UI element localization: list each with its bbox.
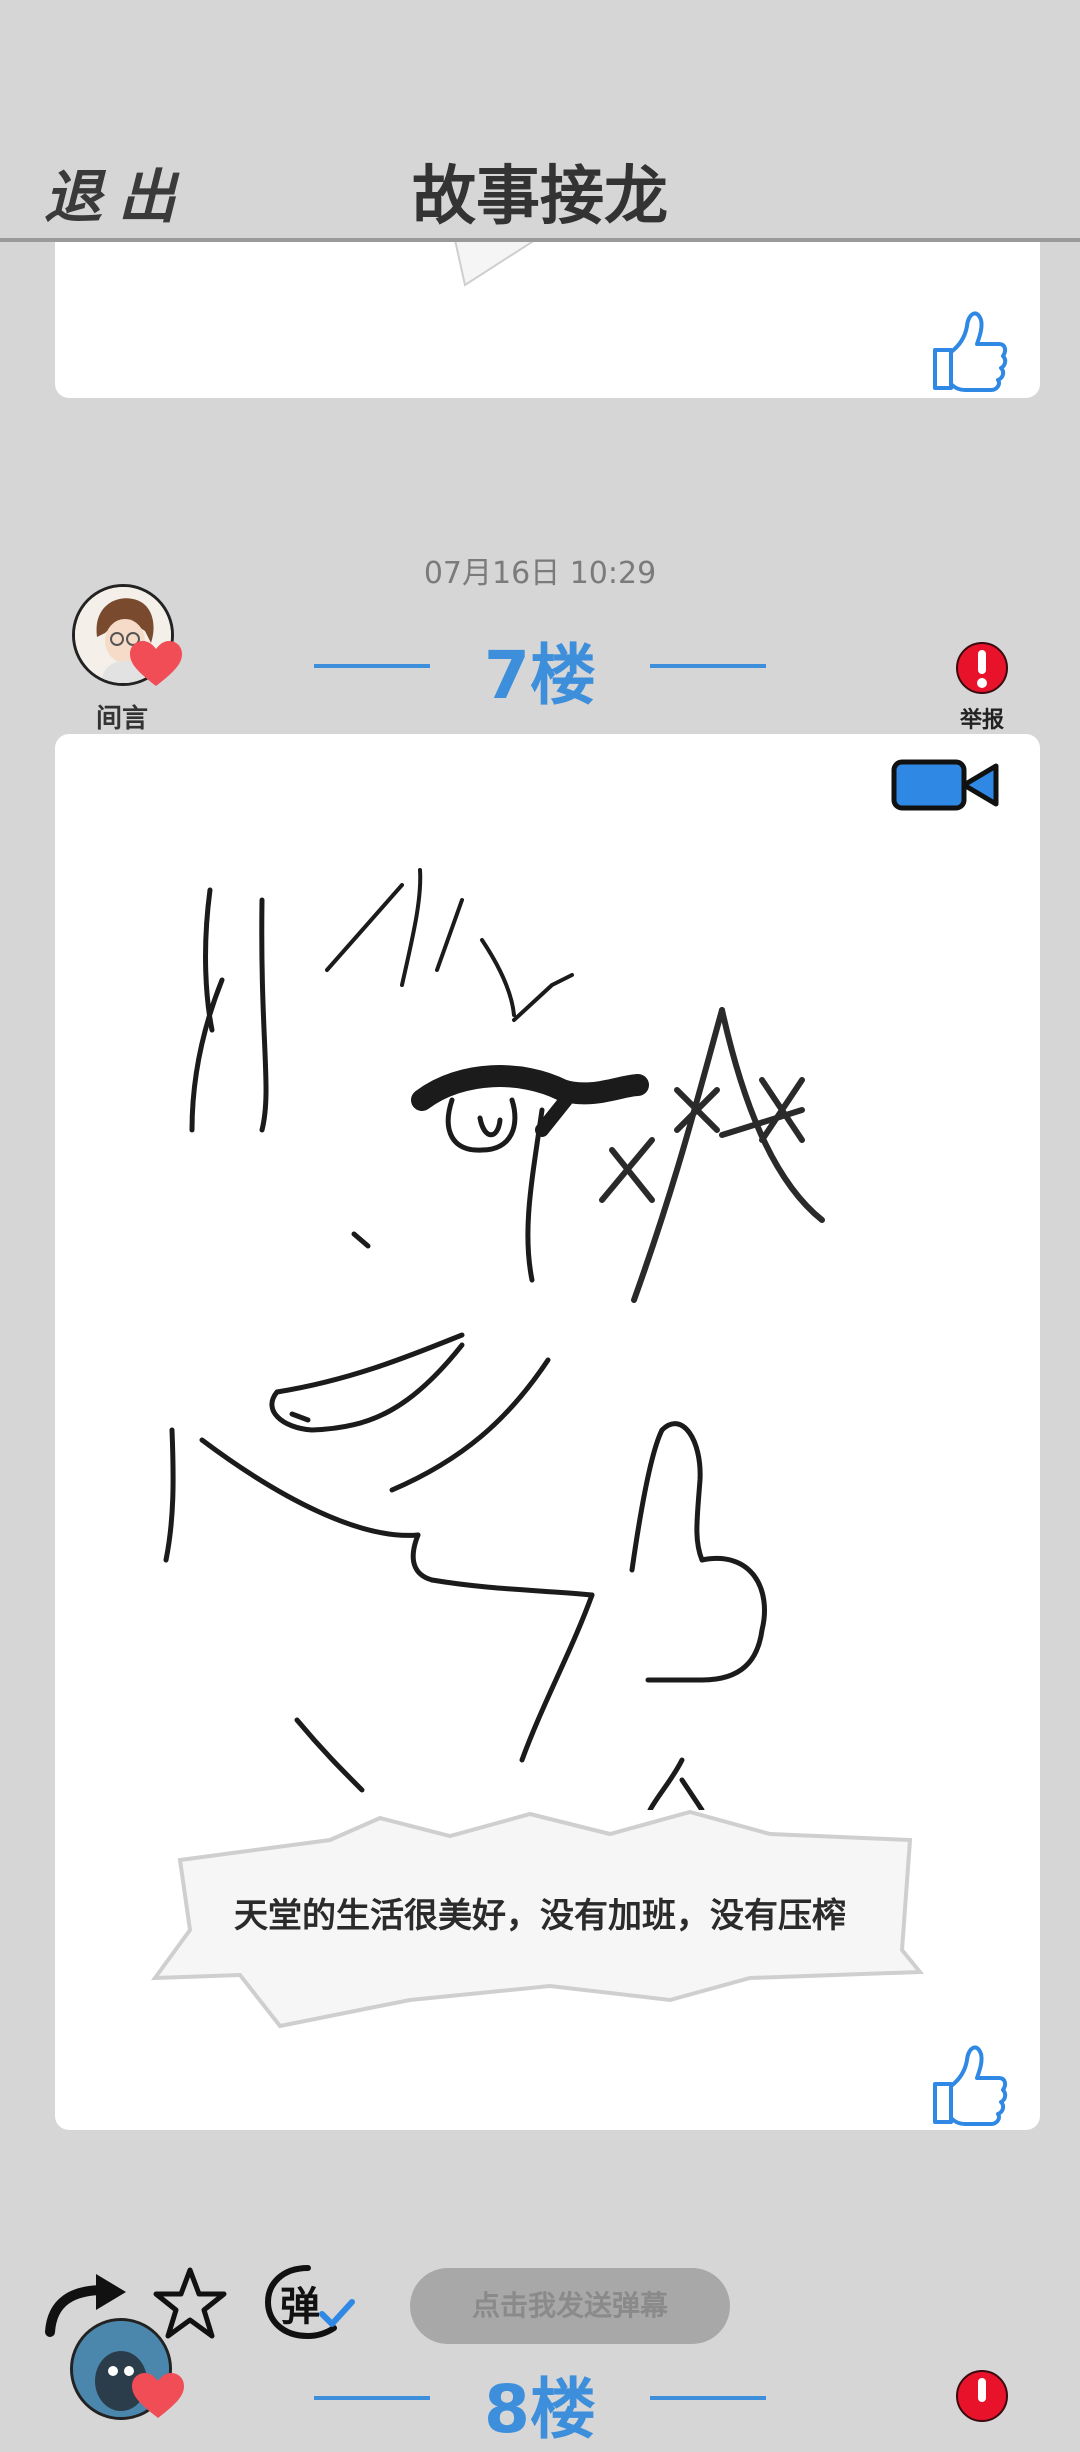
thumbs-up-icon[interactable] xyxy=(925,302,1009,394)
author-name[interactable]: 间言 xyxy=(62,698,182,735)
exclamation-icon[interactable] xyxy=(956,2366,1008,2426)
floor-divider-right xyxy=(650,2396,766,2400)
share-arrow-icon[interactable] xyxy=(42,2268,132,2338)
comic-drawing xyxy=(163,868,825,1810)
thumbs-up-icon[interactable] xyxy=(925,2036,1009,2128)
danmaku-icon[interactable]: 弹 xyxy=(262,2262,356,2342)
header-divider xyxy=(0,238,1080,242)
post-card-previous xyxy=(55,240,1040,398)
heart-icon xyxy=(132,2373,184,2418)
send-danmaku-button[interactable]: 点击我发送弹幕 xyxy=(410,2268,730,2344)
floor-divider-right xyxy=(650,664,766,668)
caption-text: 天堂的生活很美好，没有加班，没有压榨 xyxy=(234,1896,846,1936)
heart-icon xyxy=(130,641,182,686)
star-icon[interactable] xyxy=(152,2266,228,2340)
page-title: 故事接龙 xyxy=(412,160,668,234)
exclamation-icon[interactable] xyxy=(956,638,1008,698)
report-button-label[interactable]: 举报 xyxy=(942,702,1022,734)
video-camera-icon[interactable] xyxy=(890,756,1002,814)
danmaku-icon-glyph: 弹 xyxy=(280,2284,320,2330)
speech-bubble-tail xyxy=(454,240,536,287)
post-timestamp: 07月16日 10:29 xyxy=(423,556,657,591)
